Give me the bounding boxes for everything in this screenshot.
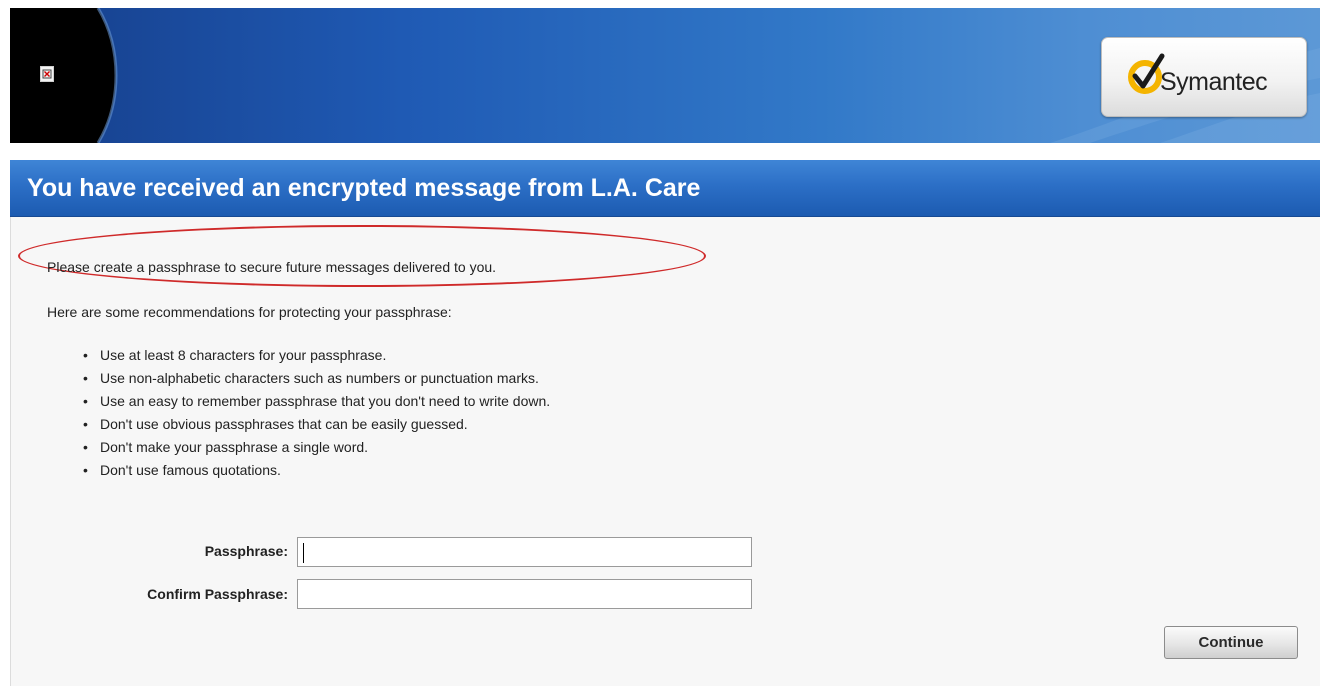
page: Symantec You have received an encrypted … (0, 0, 1320, 686)
page-title: You have received an encrypted message f… (27, 174, 701, 202)
recommendation-text: Don't use famous quotations. (100, 462, 281, 478)
content-panel: Please create a passphrase to secure fut… (10, 217, 1320, 686)
logo-text: Symantec (1160, 68, 1268, 96)
broken-image-icon (40, 66, 54, 82)
header-banner: Symantec (10, 8, 1320, 143)
passphrase-label: Passphrase: (204, 543, 288, 559)
list-item: • Use non-alphabetic characters such as n… (83, 367, 550, 390)
recommendation-text: Use at least 8 characters for your passp… (100, 347, 387, 363)
confirm-passphrase-label: Confirm Passphrase: (147, 586, 288, 602)
list-item: • Don't make your passphrase a single wor… (83, 436, 550, 459)
continue-button[interactable]: Continue (1164, 626, 1298, 659)
bullet-icon: • (83, 416, 88, 432)
list-item: • Use an easy to remember passphrase that… (83, 390, 550, 413)
recommendations-list: • Use at least 8 characters for your pass… (83, 344, 550, 482)
title-bar: You have received an encrypted message f… (10, 160, 1320, 217)
bullet-icon: • (83, 393, 88, 409)
list-item: • Don't use obvious passphrases that can … (83, 413, 550, 436)
recommendation-text: Don't make your passphrase a single word… (100, 439, 369, 455)
passphrase-input[interactable] (297, 537, 752, 567)
bullet-icon: • (83, 462, 88, 478)
recommendation-text: Use non-alphabetic characters such as nu… (100, 370, 539, 386)
confirm-passphrase-input[interactable] (297, 579, 752, 609)
recommendation-text: Don't use obvious passphrases that can b… (100, 416, 468, 432)
symantec-logo: Symantec (1101, 37, 1307, 117)
list-item: • Use at least 8 characters for your pass… (83, 344, 550, 367)
bullet-icon: • (83, 347, 88, 363)
recommendation-text: Use an easy to remember passphrase that … (100, 393, 551, 409)
intro-text: Please create a passphrase to secure fut… (47, 259, 497, 275)
bullet-icon: • (83, 370, 88, 386)
list-item: • Don't use famous quotations. (83, 459, 550, 482)
text-cursor (303, 543, 304, 563)
highlight-annotation (18, 225, 706, 287)
bullet-icon: • (83, 439, 88, 455)
recommendations-heading: Here are some recommendations for protec… (47, 304, 452, 320)
